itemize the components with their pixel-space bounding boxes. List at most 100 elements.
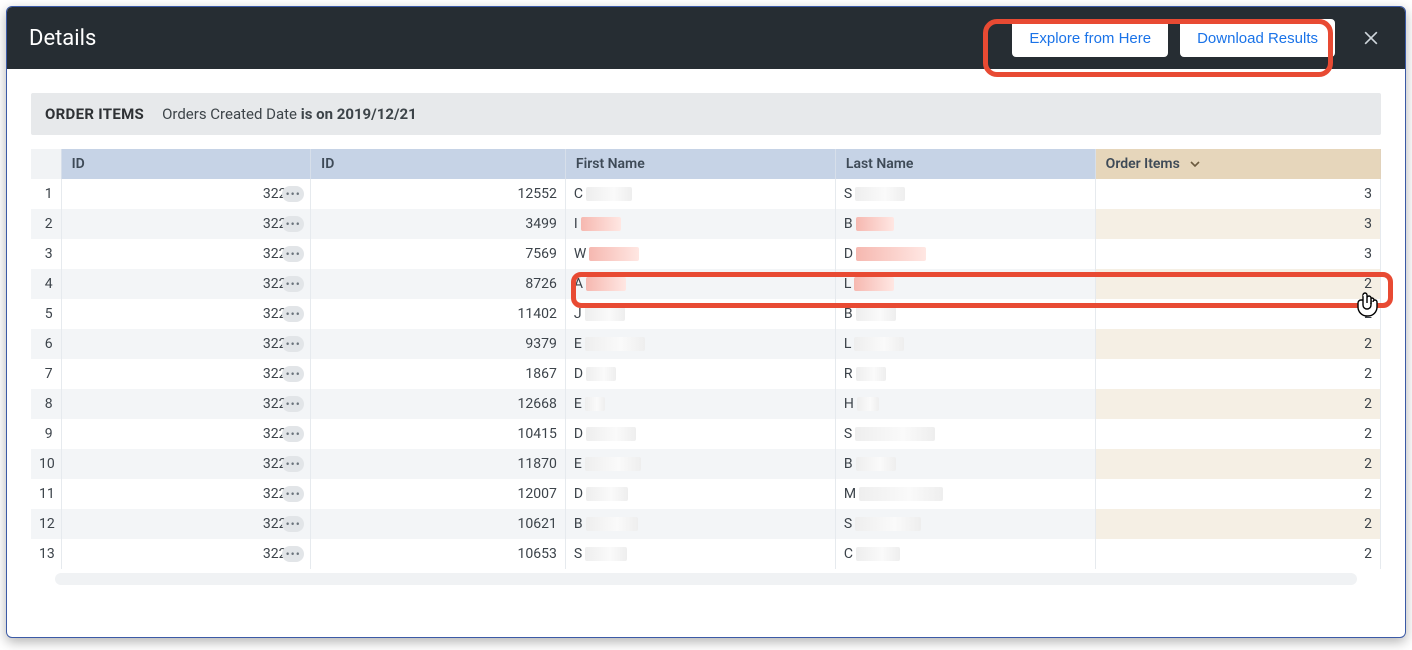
ellipsis-icon[interactable]: ••• [282, 246, 304, 262]
cell-id2[interactable]: 12552 [311, 179, 566, 209]
column-header-id2[interactable]: ID [311, 149, 566, 179]
cell-id1[interactable]: 32220••• [62, 209, 312, 239]
cell-id1[interactable]: 32251••• [62, 389, 312, 419]
cell-last-name[interactable]: S [836, 509, 1096, 539]
table-row[interactable]: 332224•••7569WD3 [31, 239, 1381, 269]
cell-last-name[interactable]: S [836, 179, 1096, 209]
ellipsis-icon[interactable]: ••• [282, 276, 304, 292]
cell-id2[interactable]: 10621 [311, 509, 566, 539]
cell-id1[interactable]: 32250••• [62, 179, 312, 209]
cell-id2[interactable]: 9379 [311, 329, 566, 359]
cell-order-items[interactable]: 3 [1096, 239, 1381, 269]
ellipsis-icon[interactable]: ••• [282, 546, 304, 562]
cell-id1[interactable]: 32226••• [62, 269, 312, 299]
cell-first-name[interactable]: B [566, 509, 836, 539]
cell-order-items[interactable]: 2 [1096, 539, 1381, 569]
cell-first-name[interactable]: E [566, 449, 836, 479]
table-row[interactable]: 732219•••1867DR2 [31, 359, 1381, 389]
cell-order-items[interactable]: 2 [1096, 269, 1381, 299]
ellipsis-icon[interactable]: ••• [282, 216, 304, 232]
cell-id2[interactable]: 11402 [311, 299, 566, 329]
cell-id1[interactable]: 32234••• [62, 539, 312, 569]
table-row[interactable]: 1032242•••11870EB2 [31, 449, 1381, 479]
table-row[interactable]: 832251•••12668EH2 [31, 389, 1381, 419]
cell-first-name[interactable]: C [566, 179, 836, 209]
cell-order-items[interactable]: 2 [1096, 389, 1381, 419]
cell-id1[interactable]: 32219••• [62, 359, 312, 389]
cell-id2[interactable]: 3499 [311, 209, 566, 239]
cell-first-name[interactable]: I [566, 209, 836, 239]
cell-first-name[interactable]: E [566, 389, 836, 419]
cell-order-items[interactable]: 3 [1096, 209, 1381, 239]
cell-id2[interactable]: 8726 [311, 269, 566, 299]
table-row[interactable]: 1232233•••10621BS2 [31, 509, 1381, 539]
cell-id2[interactable]: 7569 [311, 239, 566, 269]
cell-order-items[interactable]: 3 [1096, 179, 1381, 209]
explore-from-here-button[interactable]: Explore from Here [1012, 19, 1168, 57]
cell-first-name[interactable]: W [566, 239, 836, 269]
cell-last-name[interactable]: H [836, 389, 1096, 419]
cell-first-name[interactable]: A [566, 269, 836, 299]
ellipsis-icon[interactable]: ••• [282, 306, 304, 322]
ellipsis-icon[interactable]: ••• [282, 396, 304, 412]
column-header-first-name[interactable]: First Name [566, 149, 836, 179]
cell-last-name[interactable]: M [836, 479, 1096, 509]
cell-order-items[interactable]: 2 [1096, 419, 1381, 449]
cell-last-name[interactable]: L [836, 329, 1096, 359]
ellipsis-icon[interactable]: ••• [282, 336, 304, 352]
cell-order-items[interactable]: 2 [1096, 329, 1381, 359]
cell-last-name[interactable]: B [836, 209, 1096, 239]
cell-order-items[interactable]: 2 [1096, 449, 1381, 479]
table-row[interactable]: 932231•••10415DS2 [31, 419, 1381, 449]
cell-id2[interactable]: 10415 [311, 419, 566, 449]
cell-id2[interactable]: 12007 [311, 479, 566, 509]
cell-last-name[interactable]: D [836, 239, 1096, 269]
column-header-last-name[interactable]: Last Name [836, 149, 1096, 179]
ellipsis-icon[interactable]: ••• [282, 456, 304, 472]
cell-last-name[interactable]: S [836, 419, 1096, 449]
ellipsis-icon[interactable]: ••• [282, 426, 304, 442]
cell-first-name[interactable]: J [566, 299, 836, 329]
cell-id1[interactable]: 32233••• [62, 509, 312, 539]
cell-first-name[interactable]: E [566, 329, 836, 359]
close-icon[interactable] [1357, 24, 1385, 52]
cell-id2[interactable]: 11870 [311, 449, 566, 479]
table-row[interactable]: 132250•••12552CS3 [31, 179, 1381, 209]
cell-last-name[interactable]: B [836, 299, 1096, 329]
table-row[interactable]: 632228•••9379EL2 [31, 329, 1381, 359]
column-header-id1[interactable]: ID [62, 149, 312, 179]
cell-id2[interactable]: 10653 [311, 539, 566, 569]
table-row[interactable]: 432226•••8726AL2 [31, 269, 1381, 299]
table-row[interactable]: 532238•••11402JB2 [31, 299, 1381, 329]
cell-id1[interactable]: 32243••• [62, 479, 312, 509]
cell-first-name[interactable]: S [566, 539, 836, 569]
cell-id1[interactable]: 32231••• [62, 419, 312, 449]
ellipsis-icon[interactable]: ••• [282, 486, 304, 502]
download-results-button[interactable]: Download Results [1180, 19, 1335, 57]
cell-last-name[interactable]: B [836, 449, 1096, 479]
cell-last-name[interactable]: L [836, 269, 1096, 299]
cell-id1[interactable]: 32224••• [62, 239, 312, 269]
horizontal-scrollbar[interactable] [55, 573, 1357, 585]
cell-order-items[interactable]: 2 [1096, 359, 1381, 389]
ellipsis-icon[interactable]: ••• [282, 366, 304, 382]
cell-first-name[interactable]: D [566, 359, 836, 389]
table-row[interactable]: 1332234•••10653SC2 [31, 539, 1381, 569]
cell-first-name[interactable]: D [566, 479, 836, 509]
ellipsis-icon[interactable]: ••• [282, 186, 304, 202]
cell-id2[interactable]: 12668 [311, 389, 566, 419]
column-header-order-items[interactable]: Order Items [1096, 149, 1381, 179]
cell-order-items[interactable]: 2 [1096, 479, 1381, 509]
cell-id1[interactable]: 32228••• [62, 329, 312, 359]
cell-first-name[interactable]: D [566, 419, 836, 449]
cell-id1[interactable]: 32242••• [62, 449, 312, 479]
cell-order-items[interactable]: 2 [1096, 509, 1381, 539]
table-row[interactable]: 232220•••3499IB3 [31, 209, 1381, 239]
cell-order-items[interactable]: 2 [1096, 299, 1381, 329]
cell-id1[interactable]: 32238••• [62, 299, 312, 329]
cell-id2[interactable]: 1867 [311, 359, 566, 389]
table-row[interactable]: 1132243•••12007DM2 [31, 479, 1381, 509]
cell-last-name[interactable]: R [836, 359, 1096, 389]
cell-last-name[interactable]: C [836, 539, 1096, 569]
ellipsis-icon[interactable]: ••• [282, 516, 304, 532]
